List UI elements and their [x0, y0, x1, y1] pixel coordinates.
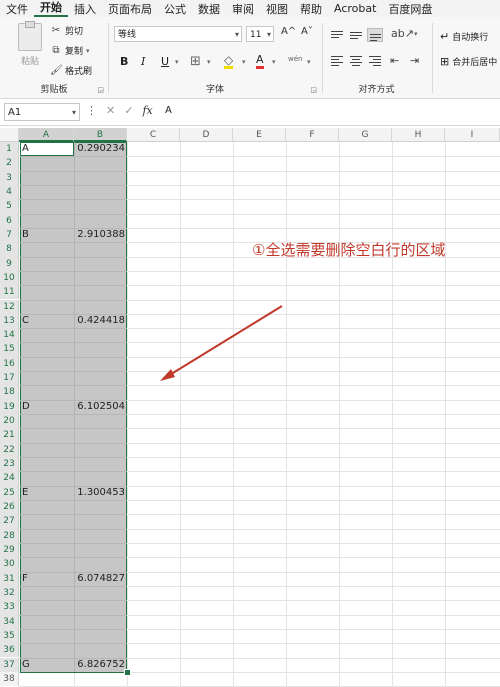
- annotation-text: ①全选需要删除空白行的区域: [252, 241, 446, 259]
- annotation-arrow: [160, 305, 283, 381]
